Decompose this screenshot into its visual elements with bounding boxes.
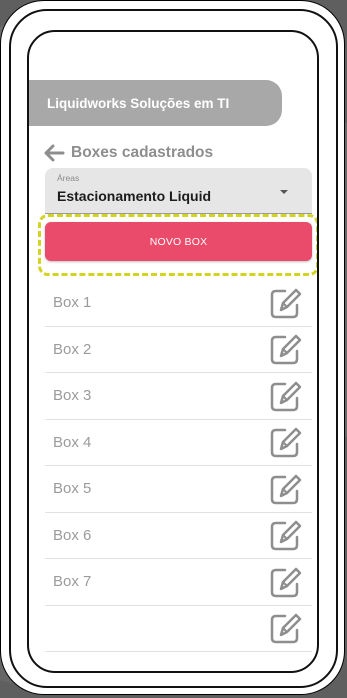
app-header: Liquidworks Soluções em TI (29, 80, 282, 126)
area-select-label: Áreas (57, 173, 80, 183)
list-item[interactable]: Box 6 (45, 513, 312, 559)
edit-icon[interactable] (268, 332, 302, 366)
box-label: Box 4 (53, 433, 92, 451)
edit-icon[interactable] (268, 565, 302, 599)
box-label: Box 5 (53, 480, 92, 498)
list-item[interactable]: Box 5 (45, 466, 312, 513)
list-item[interactable]: Box 1 (45, 280, 312, 327)
box-label: Box 3 (53, 387, 92, 405)
new-box-button[interactable]: NOVO BOX (45, 222, 312, 261)
box-list: Box 1 Box 2 Box 3 Box 4 Box 5 Box 6 Box … (45, 280, 312, 652)
list-item[interactable]: Box 3 (45, 373, 312, 420)
list-item[interactable]: Box 2 (45, 327, 312, 373)
list-item[interactable] (45, 606, 312, 652)
list-item[interactable]: Box 7 (45, 559, 312, 606)
company-name: Liquidworks Soluções em TI (47, 95, 230, 111)
box-label: Box 7 (53, 573, 92, 591)
edit-icon[interactable] (268, 611, 302, 645)
area-select[interactable]: Áreas Estacionamento Liquid (45, 168, 312, 214)
edit-icon[interactable] (268, 472, 302, 506)
back-arrow-icon[interactable] (43, 144, 65, 162)
area-select-value: Estacionamento Liquid (57, 188, 212, 204)
box-label: Box 2 (53, 340, 92, 358)
box-label: Box 6 (53, 526, 92, 544)
edit-icon[interactable] (268, 425, 302, 459)
dropdown-caret-icon (280, 190, 288, 194)
page-title: Boxes cadastrados (71, 144, 214, 161)
phone-screen: Liquidworks Soluções em TI Boxes cadastr… (27, 30, 319, 673)
new-box-button-label: NOVO BOX (149, 235, 208, 248)
list-item[interactable]: Box 4 (45, 420, 312, 466)
edit-icon[interactable] (268, 518, 302, 552)
box-label: Box 1 (53, 294, 92, 312)
edit-icon[interactable] (268, 286, 302, 320)
back-row: Boxes cadastrados (43, 142, 213, 164)
edit-icon[interactable] (268, 379, 302, 413)
